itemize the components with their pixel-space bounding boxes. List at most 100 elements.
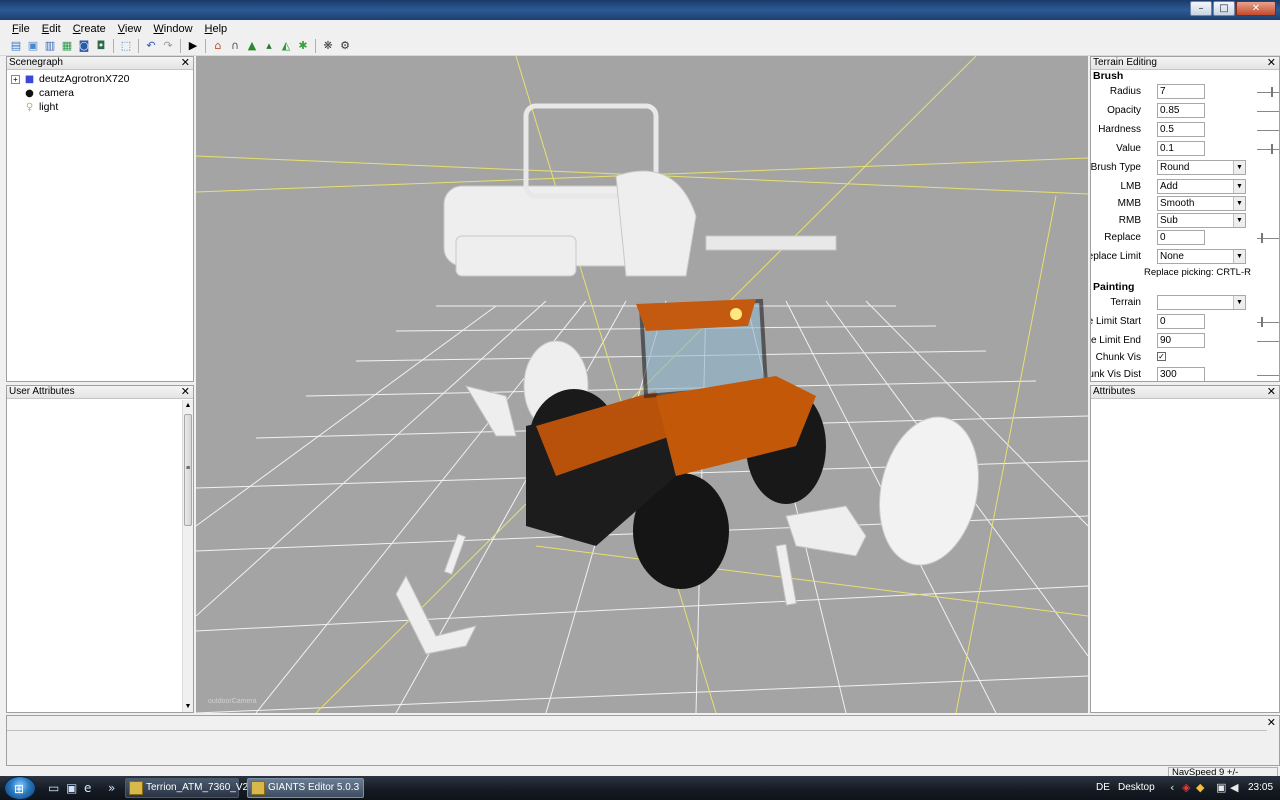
settings-icon[interactable]: ⚙	[337, 38, 353, 54]
chevron-down-icon[interactable]: ▼	[1233, 180, 1245, 193]
opacity-slider[interactable]	[1257, 111, 1279, 112]
rmb-row: RMB Sub ▼	[1091, 212, 1279, 229]
radius-slider[interactable]	[1257, 87, 1279, 97]
chevron-down-icon[interactable]: ▼	[1233, 250, 1245, 263]
brush-type-select[interactable]: Round ▼	[1157, 160, 1246, 175]
terrain-paint-icon[interactable]: ▴	[261, 38, 277, 54]
scrollbar-thumb[interactable]: ≡	[184, 414, 192, 526]
slider-knob[interactable]	[1261, 233, 1263, 243]
user-attributes-scrollbar[interactable]: ▲ ≡ ▼	[182, 400, 193, 712]
menu-create[interactable]: Create	[67, 23, 112, 35]
hardness-input[interactable]: 0.5	[1157, 122, 1205, 137]
menu-accel: C	[72, 22, 81, 35]
mmb-select[interactable]: Smooth ▼	[1157, 196, 1246, 211]
chevron-down-icon[interactable]: ▼	[1233, 214, 1245, 227]
tray-expand-icon[interactable]: ‹	[1170, 781, 1174, 794]
menu-edit[interactable]: Edit	[36, 23, 67, 35]
volume-icon[interactable]: ◀	[1230, 781, 1238, 794]
select-value: Add	[1160, 181, 1178, 192]
slope-end-slider[interactable]	[1257, 341, 1279, 342]
show-desktop-icon[interactable]: ▭	[48, 781, 59, 795]
home-icon[interactable]: ⌂	[210, 38, 226, 54]
tree-item-light[interactable]: ♀ light	[11, 100, 189, 114]
value-input[interactable]: 0.1	[1157, 141, 1205, 156]
3d-viewport[interactable]: outdoorCamera	[196, 56, 1088, 713]
close-button[interactable]: ✕	[1236, 1, 1276, 16]
cube-icon: ■	[24, 73, 35, 85]
chunk-vis-dist-input[interactable]: 300	[1157, 367, 1205, 381]
start-button[interactable]: ⊞	[4, 776, 36, 800]
rmb-select[interactable]: Sub ▼	[1157, 213, 1246, 228]
security-icon[interactable]: ◆	[1196, 781, 1204, 794]
terrain-smooth-icon[interactable]: ◭	[278, 38, 294, 54]
save-icon[interactable]: ◙	[76, 38, 92, 54]
slope-start-slider[interactable]	[1257, 317, 1279, 327]
terrain-select[interactable]: ▼	[1157, 295, 1246, 310]
scroll-up-icon[interactable]: ▲	[183, 402, 193, 409]
undo-icon[interactable]: ↶	[143, 38, 159, 54]
desktop-toolbar[interactable]: Desktop	[1118, 782, 1155, 793]
internet-explorer-icon[interactable]: e	[84, 781, 91, 795]
import-icon[interactable]: ▥	[42, 38, 58, 54]
replace-limit-select[interactable]: None ▼	[1157, 249, 1246, 264]
open-folder-icon[interactable]: ▣	[25, 38, 41, 54]
expand-icon[interactable]: +	[11, 74, 20, 84]
close-icon[interactable]: ✕	[1267, 386, 1276, 398]
lmb-row: LMB Add ▼	[1091, 178, 1279, 195]
opacity-input[interactable]: 0.85	[1157, 103, 1205, 118]
console-output[interactable]	[7, 730, 1267, 765]
close-icon[interactable]: ✕	[1267, 57, 1276, 69]
slope-end-input[interactable]: 90	[1157, 333, 1205, 348]
refresh-icon[interactable]: ▦	[59, 38, 75, 54]
replace-input[interactable]: 0	[1157, 230, 1205, 245]
toolbar-separator	[138, 39, 139, 53]
antivirus-icon[interactable]: ◈	[1182, 781, 1190, 794]
tree-item-deutz[interactable]: + ■ deutzAgrotronX720	[11, 72, 189, 86]
chunk-vis-label: Chunk Vis	[1095, 352, 1141, 363]
chevron-down-icon[interactable]: ▼	[1233, 197, 1245, 210]
magnet-icon[interactable]: ∩	[227, 38, 243, 54]
new-file-icon[interactable]: ▤	[8, 38, 24, 54]
slider-knob[interactable]	[1261, 317, 1263, 327]
menu-window[interactable]: Window	[147, 23, 198, 35]
particle-icon[interactable]: ❋	[320, 38, 336, 54]
chevron-down-icon[interactable]: ▼	[1233, 161, 1245, 174]
select-icon[interactable]: ⬚	[118, 38, 134, 54]
tree-item-camera[interactable]: ● camera	[11, 86, 189, 100]
menu-view[interactable]: View	[112, 23, 148, 35]
menu-label: dit	[49, 22, 61, 35]
clock[interactable]: 23:05	[1248, 782, 1273, 793]
scroll-down-icon[interactable]: ▼	[183, 703, 193, 710]
taskbar-item-giants-editor[interactable]: GIANTS Editor 5.0.3 ...	[247, 778, 364, 798]
redo-icon[interactable]: ↷	[160, 38, 176, 54]
scenegraph-panel: Scenegraph ✕ + ■ deutzAgrotronX720 ● cam…	[6, 56, 194, 382]
replace-slider[interactable]	[1257, 233, 1279, 243]
chevron-down-icon[interactable]: ▼	[1233, 296, 1245, 309]
close-icon[interactable]: ✕	[181, 57, 190, 69]
close-icon[interactable]: ✕	[181, 386, 190, 398]
slope-start-input[interactable]: 0	[1157, 314, 1205, 329]
radius-input[interactable]: 7	[1157, 84, 1205, 99]
close-icon[interactable]: ✕	[1267, 717, 1276, 729]
taskbar-item-terrion[interactable]: Terrion_ATM_7360_V2	[125, 778, 248, 798]
lmb-select[interactable]: Add ▼	[1157, 179, 1246, 194]
maximize-button[interactable]: □	[1213, 1, 1235, 16]
menu-file[interactable]: File	[6, 23, 36, 35]
slider-knob[interactable]	[1271, 87, 1273, 97]
chunk-vis-dist-slider[interactable]	[1257, 375, 1279, 376]
language-indicator[interactable]: DE	[1096, 782, 1110, 793]
foliage-icon[interactable]: ✱	[295, 38, 311, 54]
slider-knob[interactable]	[1271, 144, 1273, 154]
quick-launch-more-icon[interactable]: »	[108, 781, 115, 795]
terrain-raise-icon[interactable]: ▲	[244, 38, 260, 54]
save-all-icon[interactable]: ◘	[93, 38, 109, 54]
minimize-button[interactable]: –	[1190, 1, 1212, 16]
hardness-slider[interactable]	[1257, 130, 1279, 131]
play-icon[interactable]: ▶	[185, 38, 201, 54]
attributes-panel: Attributes ✕	[1090, 385, 1280, 713]
value-slider[interactable]	[1257, 144, 1279, 154]
network-icon[interactable]: ▣	[1216, 781, 1226, 794]
chunk-vis-checkbox[interactable]: ✓	[1157, 352, 1166, 361]
explorer-icon[interactable]: ▣	[66, 781, 77, 795]
menu-help[interactable]: Help	[199, 23, 234, 35]
